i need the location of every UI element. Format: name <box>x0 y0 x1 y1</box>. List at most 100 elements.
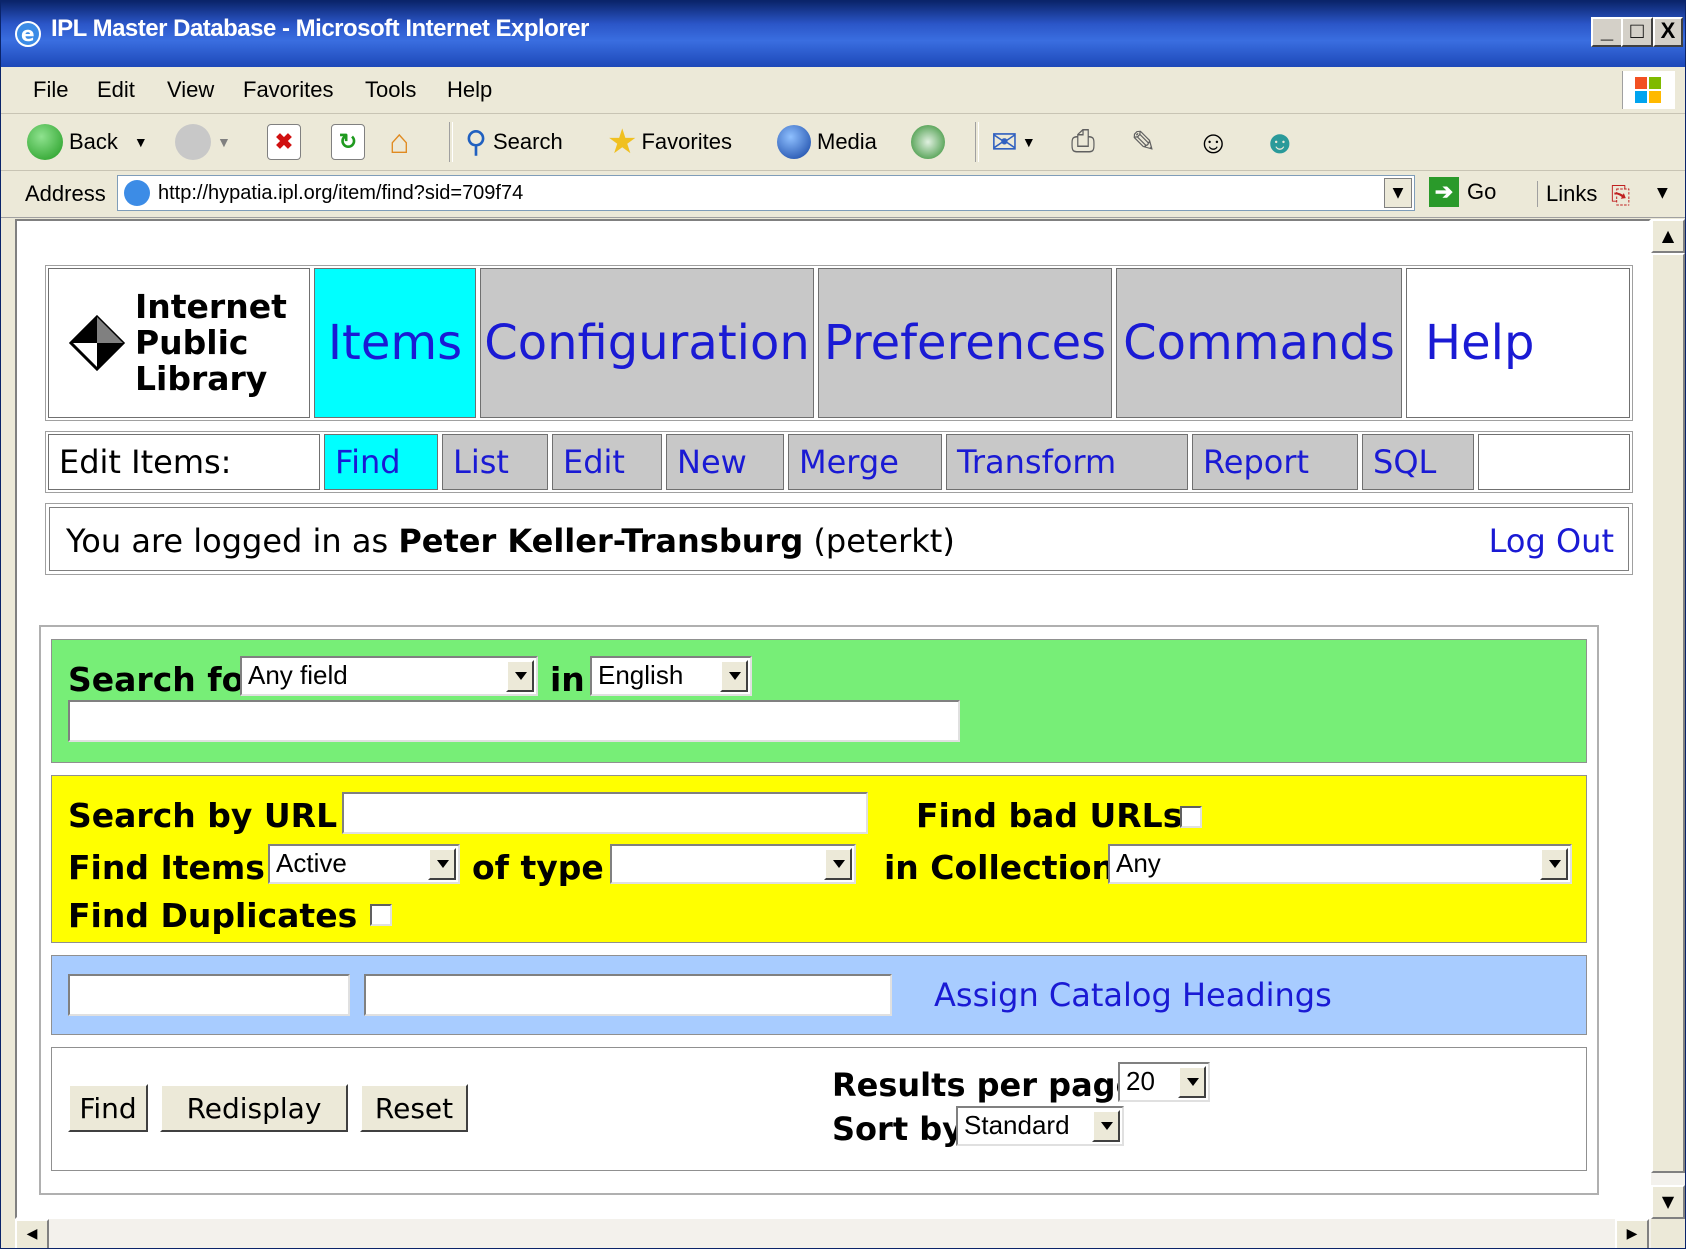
chevron-down-icon <box>824 848 852 880</box>
forward-button[interactable]: ▼ <box>175 122 231 162</box>
ipl-logo[interactable]: Internet Public Library <box>48 268 310 418</box>
scroll-down-button[interactable]: ▼ <box>1651 1185 1685 1219</box>
subtab-list[interactable]: List <box>442 434 548 490</box>
scroll-left-button[interactable]: ◀ <box>15 1219 49 1248</box>
links-button[interactable]: Links <box>1537 181 1597 207</box>
scroll-up-button[interactable]: ▲ <box>1651 219 1685 253</box>
search-for-label: Search for <box>68 660 261 699</box>
address-label: Address <box>25 181 106 206</box>
subtab-merge[interactable]: Merge <box>788 434 942 490</box>
menu-edit[interactable]: Edit <box>97 77 135 103</box>
reset-button[interactable]: Reset <box>360 1084 468 1132</box>
stop-button[interactable]: ✖ <box>267 122 307 162</box>
history-button[interactable] <box>911 122 951 162</box>
find-duplicates-checkbox[interactable] <box>370 904 392 926</box>
subtab-report[interactable]: Report <box>1192 434 1358 490</box>
pdf-icon[interactable]: ⎘ <box>1611 181 1630 209</box>
item-type-select[interactable] <box>610 844 856 884</box>
scroll-right-button[interactable]: ▶ <box>1615 1219 1649 1248</box>
favorites-button[interactable]: ★ Favorites <box>607 122 732 162</box>
media-label: Media <box>817 129 877 154</box>
tab-commands[interactable]: Commands <box>1116 268 1402 418</box>
menu-favorites[interactable]: Favorites <box>243 77 333 103</box>
sort-by-select[interactable]: Standard <box>956 1106 1124 1146</box>
subtab-new[interactable]: New <box>666 434 784 490</box>
subtab-transform[interactable]: Transform <box>946 434 1188 490</box>
sort-by-label: Sort by <box>832 1110 964 1148</box>
scroll-thumb[interactable] <box>1651 253 1685 1173</box>
favorites-label: Favorites <box>641 129 732 154</box>
find-button[interactable]: Find <box>68 1084 148 1132</box>
media-icon <box>777 125 811 159</box>
login-text: You are logged in as Peter Keller-Transb… <box>66 522 955 560</box>
subtab-sql[interactable]: SQL <box>1362 434 1474 490</box>
tab-configuration[interactable]: Configuration <box>480 268 814 418</box>
subnav-label: Edit Items: <box>48 434 320 490</box>
forward-arrow-icon <box>175 124 211 160</box>
go-button[interactable]: ➔ Go <box>1429 177 1496 207</box>
close-button[interactable]: X <box>1653 17 1683 47</box>
minimize-button[interactable]: _ <box>1591 17 1623 47</box>
messenger-button[interactable]: ☻ <box>1263 122 1297 162</box>
home-button[interactable]: ⌂ <box>389 122 410 162</box>
language-select[interactable]: English <box>590 656 752 696</box>
address-input[interactable]: http://hypatia.ipl.org/item/find?sid=709… <box>117 175 1415 211</box>
tab-items[interactable]: Items <box>314 268 476 418</box>
assign-catalog-headings-link[interactable]: Assign Catalog Headings <box>934 976 1332 1014</box>
vertical-scrollbar[interactable]: ▲ ▼ <box>1651 219 1685 1219</box>
language-select-value: English <box>598 660 684 690</box>
catalog-panel: Assign Catalog Headings <box>51 955 1587 1035</box>
collection-value: Any <box>1116 848 1161 878</box>
chevron-down-icon: ▼ <box>1021 134 1036 150</box>
field-select[interactable]: Any field <box>240 656 538 696</box>
url-search-panel: Search by URL Find bad URLs Find Items A… <box>51 775 1587 943</box>
url-input[interactable] <box>342 792 868 834</box>
subtab-find[interactable]: Find <box>324 434 438 490</box>
collection-select[interactable]: Any <box>1108 844 1572 884</box>
find-bad-urls-checkbox[interactable] <box>1180 806 1202 828</box>
page-icon <box>124 180 150 206</box>
login-panel: You are logged in as Peter Keller-Transb… <box>49 507 1629 571</box>
menu-tools[interactable]: Tools <box>365 77 416 103</box>
find-items-label: Find Items <box>68 848 265 887</box>
tab-preferences[interactable]: Preferences <box>818 268 1112 418</box>
menu-view[interactable]: View <box>167 77 214 103</box>
search-query-input[interactable] <box>68 700 960 742</box>
star-icon: ★ <box>607 123 638 161</box>
sort-by-value: Standard <box>964 1110 1070 1140</box>
search-icon: ⚲ <box>465 125 487 159</box>
catalog-code-input[interactable] <box>68 974 350 1016</box>
chevron-down-icon <box>1178 1066 1206 1098</box>
search-button[interactable]: ⚲ Search <box>465 122 563 162</box>
discuss-button[interactable]: ☺ <box>1197 122 1230 162</box>
maximize-button[interactable]: □ <box>1621 17 1653 47</box>
refresh-button[interactable]: ↻ <box>331 122 371 162</box>
results-per-page-label: Results per page <box>832 1066 1138 1104</box>
media-button[interactable]: Media <box>777 122 877 162</box>
item-status-select[interactable]: Active <box>268 844 460 884</box>
edit-button[interactable]: ✎ <box>1131 122 1156 162</box>
back-label: Back <box>69 129 118 154</box>
print-icon: ⎙ <box>1071 125 1095 158</box>
redisplay-button[interactable]: Redisplay <box>160 1084 348 1132</box>
subtab-edit[interactable]: Edit <box>552 434 662 490</box>
user-login-name: (peterkt) <box>813 522 955 560</box>
actions-panel: Find Redisplay Reset Results per page 20… <box>51 1047 1587 1171</box>
menu-file[interactable]: File <box>33 77 68 103</box>
results-per-page-select[interactable]: 20 <box>1118 1062 1210 1102</box>
back-button[interactable]: Back ▼ <box>27 122 148 162</box>
catalog-heading-input[interactable] <box>364 974 892 1016</box>
mail-button[interactable]: ✉ ▼ <box>991 122 1036 162</box>
tab-help[interactable]: Help <box>1406 268 1630 418</box>
title-bar[interactable]: e IPL Master Database - Microsoft Intern… <box>1 1 1685 67</box>
print-button[interactable]: ⎙ <box>1071 122 1095 162</box>
horizontal-scrollbar[interactable]: ◀ ▶ <box>15 1219 1651 1248</box>
ipl-logo-icon <box>69 315 125 371</box>
of-type-label: of type <box>472 848 604 887</box>
go-arrow-icon: ➔ <box>1429 177 1459 207</box>
browser-window: e IPL Master Database - Microsoft Intern… <box>0 0 1686 1249</box>
menu-help[interactable]: Help <box>447 77 492 103</box>
chevron-down-icon[interactable]: ▼ <box>1657 185 1668 201</box>
address-dropdown-button[interactable]: ▼ <box>1384 178 1412 208</box>
logout-link[interactable]: Log Out <box>1489 522 1614 560</box>
